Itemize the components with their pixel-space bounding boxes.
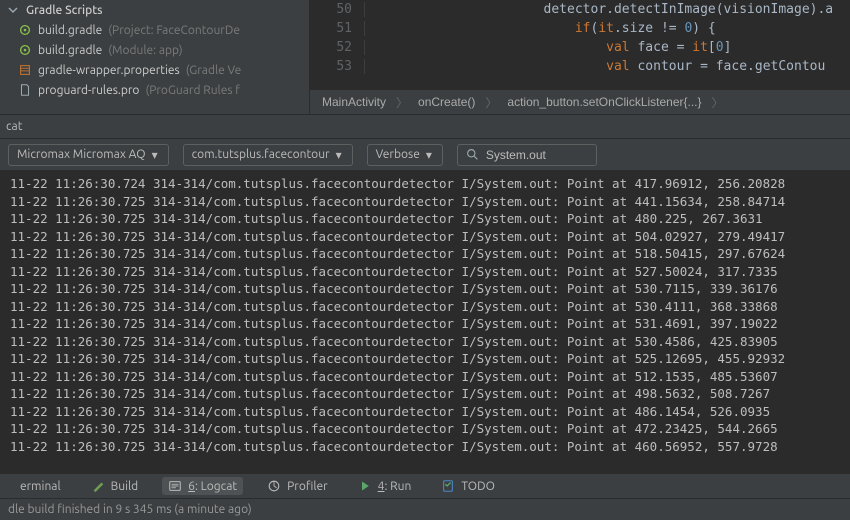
status-bar: dle build finished in 9 s 345 ms (a minu…: [0, 498, 850, 520]
tab-logcat[interactable]: 6: Logcat: [162, 477, 243, 495]
tree-item-context: (Project: FaceContourDe: [108, 24, 240, 37]
code-line[interactable]: 51 if(it.size != 0) {: [310, 19, 850, 38]
breadcrumb-item[interactable]: MainActivity: [322, 95, 386, 109]
chevron-right-icon: 〉: [479, 94, 503, 111]
chevron-down-icon: ▾: [336, 148, 348, 162]
hammer-icon: [91, 479, 105, 493]
line-number: 52: [310, 40, 365, 55]
tree-item[interactable]: build.gradle (Module: app): [0, 40, 309, 60]
breadcrumb-item[interactable]: action_button.setOnClickListener{...}: [507, 95, 701, 109]
code-line[interactable]: 50 detector.detectInImage(visionImage).a: [310, 0, 850, 19]
tab-todo[interactable]: TODO: [435, 477, 501, 495]
tree-item-name: proguard-rules.pro: [38, 84, 139, 97]
tab-label: TODO: [461, 480, 495, 493]
file-icon: [18, 83, 32, 97]
status-text: dle build finished in 9 s 345 ms (a minu…: [8, 503, 252, 516]
file-icon: [18, 63, 32, 77]
logcat-toolbar: Micromax Micromax AQ ▾ com.tutsplus.face…: [0, 139, 850, 171]
line-number: 51: [310, 21, 365, 36]
line-number: 50: [310, 2, 365, 17]
tree-item-name: build.gradle: [38, 44, 102, 57]
device-selector[interactable]: Micromax Micromax AQ ▾: [8, 144, 169, 166]
breadcrumb-item[interactable]: onCreate(): [418, 95, 475, 109]
device-selector-value: Micromax Micromax AQ: [17, 148, 146, 161]
tab-label: Build: [111, 480, 139, 493]
tree-item[interactable]: proguard-rules.pro (ProGuard Rules f: [0, 80, 309, 100]
tool-window-tabs: erminal Build 6: Logcat Profiler 4: Run: [0, 473, 850, 498]
tab-profiler[interactable]: Profiler: [261, 477, 334, 495]
tab-label: 4: Run: [378, 480, 412, 493]
log-output[interactable]: 11-22 11:26:30.724 314-314/com.tutsplus.…: [0, 171, 850, 473]
log-level-value: Verbose: [376, 148, 420, 161]
log-filter-input[interactable]: [486, 148, 588, 162]
code-line[interactable]: 52 val face = it[0]: [310, 38, 850, 57]
file-icon: [18, 23, 32, 37]
chevron-right-icon: 〉: [706, 94, 730, 111]
chevron-down-icon: ▾: [426, 148, 438, 162]
project-tree[interactable]: Gradle Scripts build.gradle (Project: Fa…: [0, 0, 310, 114]
tree-item-context: (Gradle Ve: [186, 64, 242, 77]
breadcrumb[interactable]: MainActivity 〉 onCreate() 〉 action_button.se…: [310, 89, 850, 114]
process-selector-value: com.tutsplus.facecontour: [192, 148, 330, 161]
tree-item-context: (ProGuard Rules f: [145, 84, 239, 97]
chevron-down-icon: [6, 3, 20, 17]
todo-icon: [441, 479, 455, 493]
file-icon: [18, 43, 32, 57]
tab-label: 6: Logcat: [188, 480, 237, 493]
log-filter-search[interactable]: [457, 144, 597, 166]
tab-label: Profiler: [287, 480, 328, 493]
line-number: 53: [310, 59, 365, 74]
tree-item-context: (Module: app): [108, 44, 182, 57]
logcat-title-bar: cat: [0, 115, 850, 139]
tab-terminal[interactable]: erminal: [8, 478, 67, 495]
process-selector[interactable]: com.tutsplus.facecontour ▾: [183, 144, 353, 166]
tab-label: erminal: [20, 480, 61, 493]
search-icon: [466, 148, 480, 162]
tab-run[interactable]: 4: Run: [352, 477, 418, 495]
tree-item-name: build.gradle: [38, 24, 102, 37]
code-text: val face = it[0]: [383, 40, 731, 55]
code-editor[interactable]: 50 detector.detectInImage(visionImage).a…: [310, 0, 850, 114]
tree-item-name: gradle-wrapper.properties: [38, 64, 180, 77]
logcat-icon: [168, 479, 182, 493]
chevron-down-icon: ▾: [152, 148, 164, 162]
tab-build[interactable]: Build: [85, 477, 145, 495]
chevron-right-icon: 〉: [390, 94, 414, 111]
log-level-selector[interactable]: Verbose ▾: [367, 144, 443, 166]
tree-item[interactable]: build.gradle (Project: FaceContourDe: [0, 20, 309, 40]
code-text: if(it.size != 0) {: [383, 21, 716, 36]
tree-section-gradle-scripts[interactable]: Gradle Scripts: [0, 0, 309, 20]
code-line[interactable]: 53 val contour = face.getContou: [310, 57, 850, 76]
code-text: detector.detectInImage(visionImage).a: [383, 2, 833, 17]
code-text: val contour = face.getContou: [383, 59, 825, 74]
profiler-icon: [267, 479, 281, 493]
logcat-title: cat: [6, 120, 22, 133]
tree-section-label: Gradle Scripts: [26, 4, 103, 17]
tree-item[interactable]: gradle-wrapper.properties (Gradle Ve: [0, 60, 309, 80]
play-icon: [358, 479, 372, 493]
